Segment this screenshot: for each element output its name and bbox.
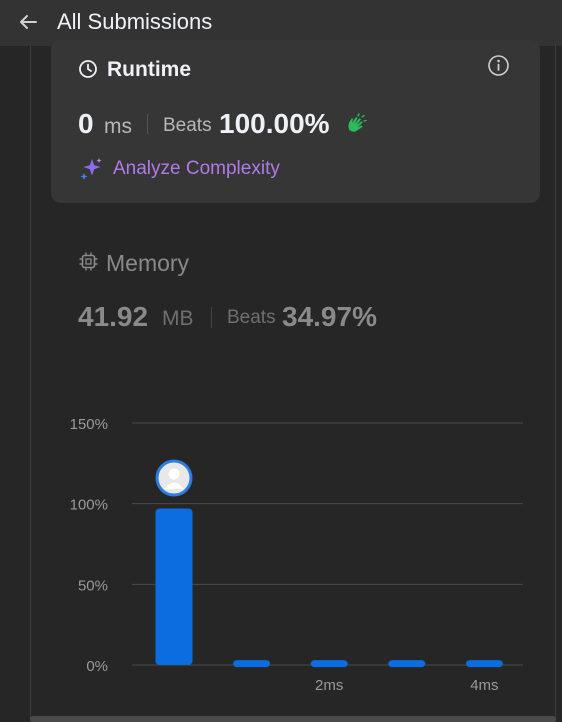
runtime-distribution-chart: 150% 100% 50% 0% 2ms 4ms bbox=[70, 416, 523, 694]
horizontal-scrollbar[interactable] bbox=[30, 716, 556, 722]
y-tick-label: 50% bbox=[78, 577, 108, 594]
chart-bar bbox=[465, 660, 503, 668]
chart-bar bbox=[233, 660, 271, 668]
user-avatar-marker[interactable] bbox=[155, 459, 193, 497]
x-tick-label: 4ms bbox=[470, 677, 498, 694]
chart-bar bbox=[388, 660, 426, 668]
chart-bar bbox=[155, 508, 193, 665]
y-tick-label: 150% bbox=[70, 416, 108, 433]
chart-bar bbox=[310, 660, 348, 668]
x-tick-label: 2ms bbox=[315, 677, 343, 694]
y-tick-label: 0% bbox=[86, 658, 108, 675]
y-tick-label: 100% bbox=[70, 497, 108, 514]
